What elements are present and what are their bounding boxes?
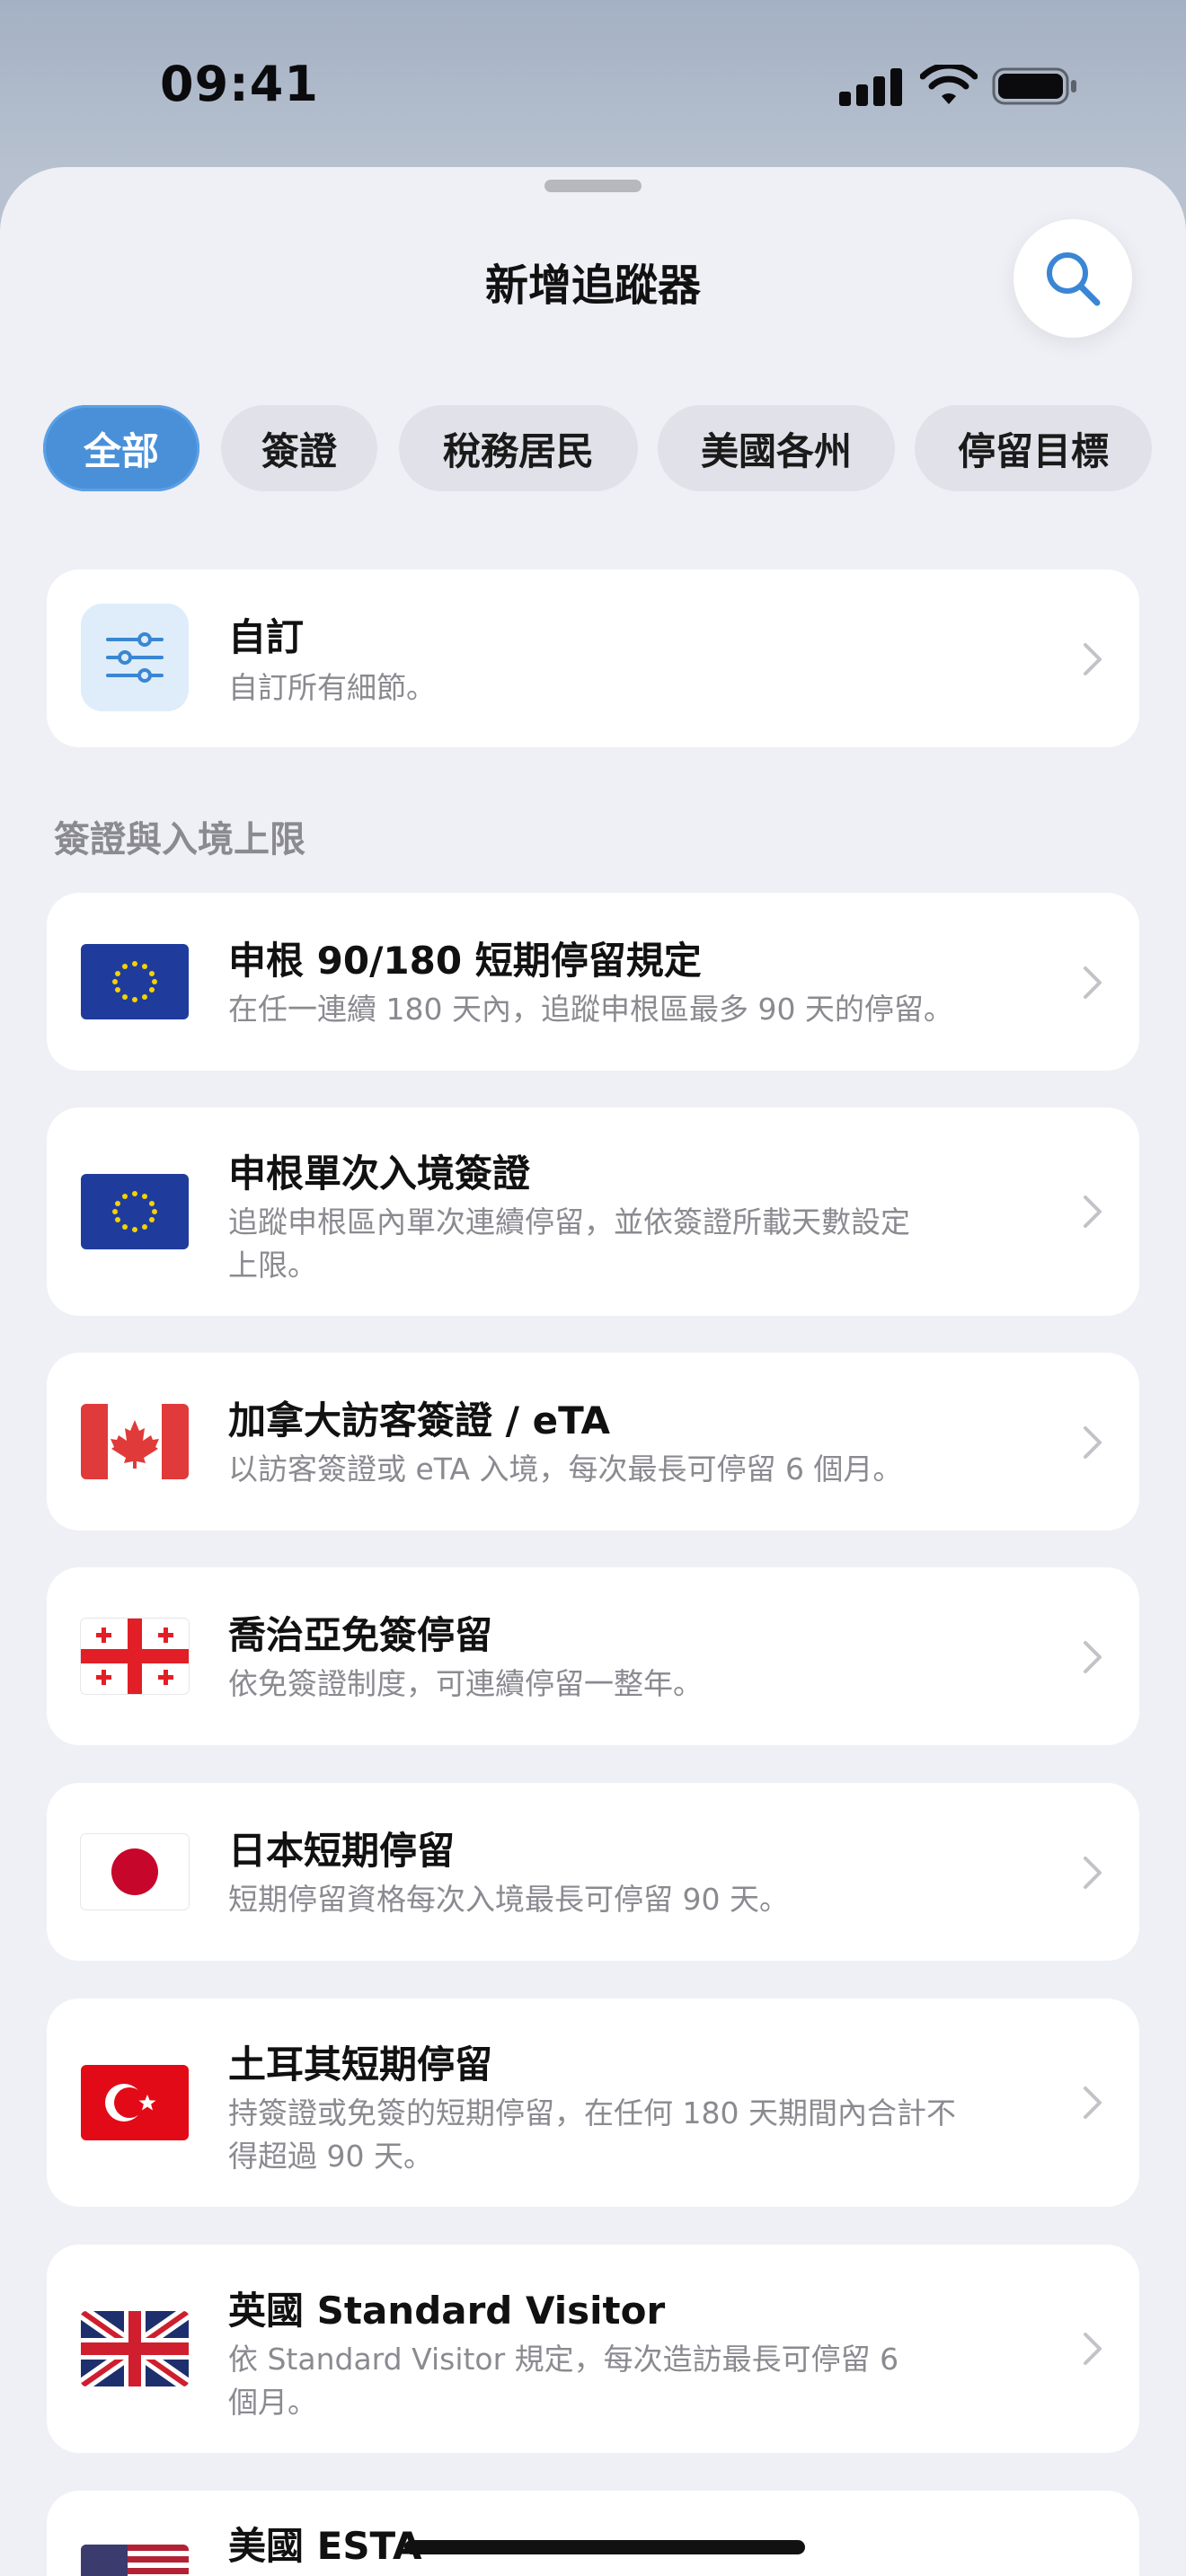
tracker-item[interactable]: 土耳其短期停留 持簽證或免簽的短期停留，在任何 180 天期間內合計不得超過 9… [47, 1998, 1139, 2207]
tracker-item[interactable]: 加拿大訪客簽證 / eTA 以訪客簽證或 eTA 入境，每次最長可停留 6 個月… [47, 1353, 1139, 1531]
chip-tax-residency[interactable]: 稅務居民 [399, 405, 638, 491]
chevron-right-icon [1084, 2333, 1102, 2365]
tracker-item[interactable]: 申根單次入境簽證 追蹤申根區內單次連續停留，並依簽證所載天數設定上限。 [47, 1107, 1139, 1316]
eu-flag-icon [81, 944, 189, 1019]
sliders-icon [81, 604, 189, 711]
eu-flag-icon [81, 1174, 189, 1249]
tracker-desc: 在任一連續 180 天內，追蹤申根區最多 90 天的停留。 [228, 992, 953, 1027]
sheet-grabber[interactable] [544, 180, 642, 192]
us-flag-icon [81, 2545, 189, 2576]
section-header: 簽證與入境上限 [54, 819, 305, 860]
georgia-flag-icon [81, 1619, 189, 1694]
tracker-title: 美國 ESTA [228, 2524, 422, 2568]
uk-flag-icon [81, 2311, 189, 2386]
screen: 09:41 新增追蹤器 全部 簽證 稅務居民 美國各州 停留目標 自訂 自訂所有… [0, 0, 1186, 2576]
tracker-desc: 追蹤申根區內單次連續停留，並依簽證所載天數設定上限。 [228, 1204, 910, 1283]
chevron-right-icon [1084, 2086, 1102, 2119]
cellular-signal-icon [839, 66, 902, 106]
tracker-desc: 短期停留資格每次入境最長可停留 90 天。 [228, 1882, 789, 1917]
tracker-desc: 持簽證或免簽的短期停留，在任何 180 天期間內合計不得超過 90 天。 [228, 2095, 956, 2174]
tracker-item[interactable]: 喬治亞免簽停留 依免簽證制度，可連續停留一整年。 [47, 1567, 1139, 1745]
tracker-item[interactable]: 日本短期停留 短期停留資格每次入境最長可停留 90 天。 [47, 1783, 1139, 1961]
chip-visa[interactable]: 簽證 [221, 405, 377, 491]
wifi-icon [920, 65, 978, 104]
tracker-item[interactable]: 申根 90/180 短期停留規定 在任一連續 180 天內，追蹤申根區最多 90… [47, 893, 1139, 1071]
chevron-right-icon [1084, 1426, 1102, 1459]
battery-icon [992, 67, 1076, 105]
chip-stay-goals[interactable]: 停留目標 [915, 405, 1152, 491]
filter-chips: 全部 簽證 稅務居民 美國各州 停留目標 [43, 405, 1186, 491]
chip-us-states[interactable]: 美國各州 [658, 405, 895, 491]
turkey-flag-icon [81, 2065, 189, 2140]
search-button[interactable] [1013, 219, 1132, 338]
custom-title: 自訂 [228, 615, 305, 659]
add-tracker-sheet: 新增追蹤器 全部 簽證 稅務居民 美國各州 停留目標 自訂 自訂所有細節。 簽證… [0, 167, 1186, 2576]
chevron-right-icon [1084, 643, 1102, 675]
tracker-title: 申根 90/180 短期停留規定 [228, 939, 702, 983]
chevron-right-icon [1084, 1195, 1102, 1228]
status-time: 09:41 [160, 56, 319, 112]
tracker-title: 申根單次入境簽證 [228, 1151, 531, 1195]
tracker-item[interactable]: 英國 Standard Visitor 依 Standard Visitor 規… [47, 2245, 1139, 2453]
tracker-title: 土耳其短期停留 [228, 2042, 493, 2086]
canada-flag-icon [81, 1404, 189, 1479]
tracker-title: 英國 Standard Visitor [228, 2289, 666, 2333]
japan-flag-icon [81, 1834, 189, 1910]
home-indicator[interactable] [404, 2540, 805, 2554]
chevron-right-icon [1084, 1641, 1102, 1673]
tracker-title: 喬治亞免簽停留 [228, 1613, 493, 1657]
chevron-right-icon [1084, 966, 1102, 999]
tracker-item[interactable]: 美國 ESTA [47, 2491, 1139, 2576]
status-bar: 09:41 [0, 0, 1186, 162]
search-icon [1047, 252, 1101, 306]
custom-tracker-card[interactable]: 自訂 自訂所有細節。 [47, 569, 1139, 747]
custom-desc: 自訂所有細節。 [228, 670, 436, 705]
tracker-desc: 依免簽證制度，可連續停留一整年。 [228, 1666, 703, 1701]
tracker-title: 加拿大訪客簽證 / eTA [228, 1398, 610, 1442]
tracker-title: 日本短期停留 [228, 1829, 456, 1873]
chip-all[interactable]: 全部 [43, 405, 199, 491]
chevron-right-icon [1084, 1857, 1102, 1889]
sheet-title: 新增追蹤器 [484, 260, 701, 311]
tracker-desc: 依 Standard Visitor 規定，每次造訪最長可停留 6 個月。 [228, 2342, 899, 2420]
tracker-desc: 以訪客簽證或 eTA 入境，每次最長可停留 6 個月。 [228, 1451, 903, 1486]
